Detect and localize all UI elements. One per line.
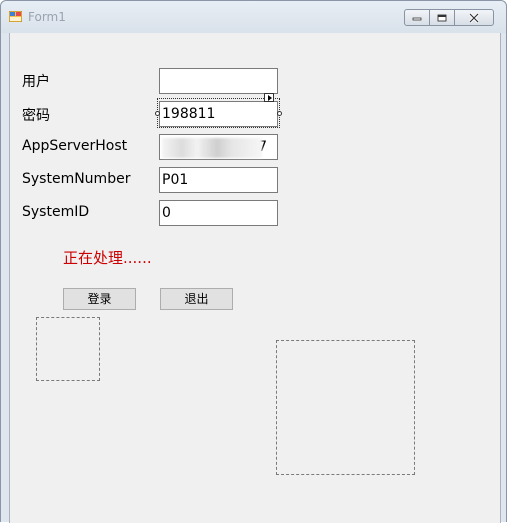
picture-box-large[interactable] — [276, 340, 415, 475]
host-input[interactable] — [159, 134, 278, 160]
login-button[interactable]: 登录 — [63, 288, 136, 310]
user-input[interactable] — [159, 68, 278, 94]
resize-handle-right[interactable] — [277, 111, 282, 116]
user-label: 用户 — [22, 74, 50, 90]
smart-tag-button[interactable] — [264, 93, 274, 102]
system-id-label: SystemID — [22, 204, 90, 220]
close-icon — [468, 12, 480, 23]
host-label: AppServerHost — [22, 138, 128, 154]
system-id-input[interactable] — [159, 200, 278, 226]
close-button[interactable] — [454, 9, 494, 26]
system-number-label: SystemNumber — [22, 171, 131, 187]
exit-button[interactable]: 退出 — [160, 288, 233, 310]
window-title: Form1 — [28, 10, 66, 24]
window-controls — [404, 9, 494, 26]
password-label: 密码 — [22, 108, 50, 124]
form-window: Form1 用户 密码 198811 AppServerHost 7 Syste… — [0, 0, 507, 523]
password-input[interactable] — [159, 101, 278, 127]
status-text: 正在处理...... — [63, 249, 152, 267]
title-bar[interactable]: Form1 — [1, 1, 506, 33]
maximize-icon — [437, 14, 447, 21]
maximize-button[interactable] — [429, 9, 455, 26]
app-icon — [9, 11, 22, 22]
minimize-button[interactable] — [404, 9, 430, 26]
resize-handle-left[interactable] — [155, 111, 160, 116]
minimize-icon — [412, 17, 422, 20]
system-number-input[interactable] — [159, 167, 278, 193]
picture-box-small[interactable] — [36, 317, 100, 381]
form-client-area: 用户 密码 AppServerHost SystemNumber SystemI… — [9, 33, 501, 523]
